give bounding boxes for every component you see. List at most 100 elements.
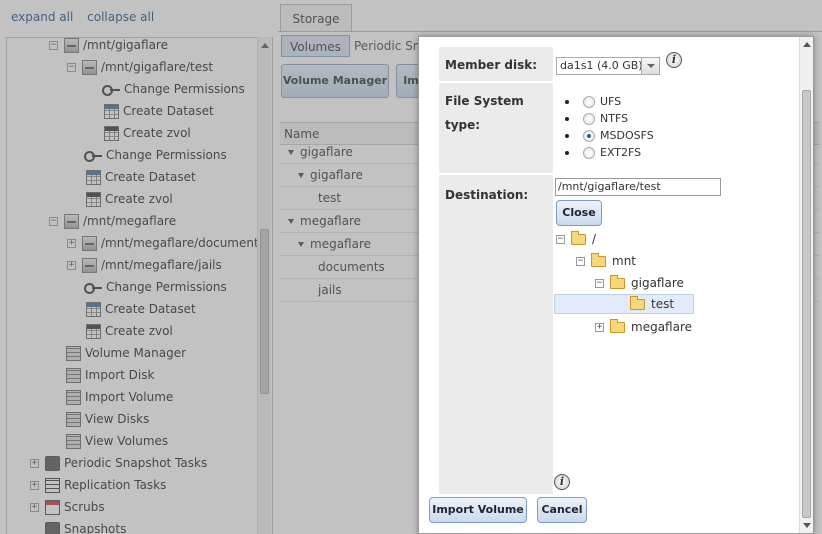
collapse-toggle-icon[interactable]: − xyxy=(49,216,58,226)
folder-label: test xyxy=(651,297,675,311)
snapshot-tasks-icon xyxy=(45,455,60,471)
tree-item-label: Change Permissions xyxy=(106,280,227,294)
collapse-toggle-icon[interactable]: − xyxy=(67,62,76,72)
disk-icon xyxy=(64,38,79,53)
expand-all-link[interactable]: expand all xyxy=(11,10,73,24)
folder-tree-item-mnt[interactable]: − mnt xyxy=(576,251,636,271)
tree-item-create-zvol[interactable]: Create zvol xyxy=(104,123,191,143)
row-label: gigaflare xyxy=(300,145,353,159)
import-volume-button[interactable]: Import Volume xyxy=(429,497,527,523)
folder-tree-item-test-selected[interactable]: test xyxy=(554,294,694,314)
volume-manager-icon xyxy=(66,345,81,361)
import-disk-icon xyxy=(66,367,81,383)
info-icon[interactable]: i xyxy=(666,52,682,68)
radio-ntfs[interactable] xyxy=(583,112,595,125)
folder-tree-item-megaflare[interactable]: + megaflare xyxy=(595,317,692,337)
dialog-scrollbar[interactable] xyxy=(799,37,813,533)
disk-icon xyxy=(64,213,79,229)
fs-option-ufs[interactable]: UFS xyxy=(565,93,621,110)
camera-icon xyxy=(45,521,60,534)
collapse-all-link[interactable]: collapse all xyxy=(87,10,154,24)
scroll-up-icon[interactable] xyxy=(261,43,269,48)
key-icon xyxy=(84,148,102,163)
member-disk-select[interactable]: da1s1 (4.0 GB) xyxy=(556,57,660,75)
tree-item-volume-manager[interactable]: Volume Manager xyxy=(66,343,186,363)
subtab-periodic-snapshots[interactable]: Periodic Sn xyxy=(354,35,420,57)
tree-item-label: Volume Manager xyxy=(85,346,187,360)
tree-item-import-disk[interactable]: Import Disk xyxy=(66,365,154,385)
import-volume-icon xyxy=(66,389,81,405)
tree-item-change-permissions[interactable]: Change Permissions xyxy=(84,145,227,165)
tree-item-create-zvol[interactable]: Create zvol xyxy=(86,321,173,341)
expand-toggle-icon[interactable]: + xyxy=(30,480,39,490)
row-label: jails xyxy=(318,283,342,297)
tree-item-create-dataset[interactable]: Create Dataset xyxy=(86,299,196,319)
tree-item-mnt-gigaflare-test[interactable]: − /mnt/gigaflare/test xyxy=(67,57,213,77)
member-disk-cell: da1s1 (4.0 GB) i xyxy=(553,47,793,81)
scrollbar-thumb[interactable] xyxy=(802,90,811,518)
expand-toggle-icon[interactable]: + xyxy=(30,502,39,512)
tree-item-import-volume[interactable]: Import Volume xyxy=(66,387,173,407)
tree-item-label: Import Volume xyxy=(85,390,174,404)
radio-ufs[interactable] xyxy=(583,95,595,108)
expand-toggle-icon[interactable]: + xyxy=(67,238,76,248)
tree-item-change-permissions[interactable]: Change Permissions xyxy=(102,79,245,99)
column-header-name[interactable]: Name xyxy=(280,127,319,141)
info-icon[interactable]: i xyxy=(554,474,570,490)
tree-item-create-zvol[interactable]: Create zvol xyxy=(86,189,173,209)
tree-item-view-volumes[interactable]: View Volumes xyxy=(66,431,168,451)
folder-tree-item-gigaflare[interactable]: − gigaflare xyxy=(595,273,684,293)
filesystem-type-label-line2: type: xyxy=(445,118,481,132)
tree-item-periodic-snapshot-tasks[interactable]: + Periodic Snapshot Tasks xyxy=(30,453,207,473)
cancel-button[interactable]: Cancel xyxy=(537,497,587,523)
collapse-toggle-icon[interactable]: − xyxy=(576,256,585,266)
tree-item-mnt-megaflare-document[interactable]: + /mnt/megaflare/document xyxy=(67,233,259,253)
collapse-toggle-icon[interactable]: − xyxy=(595,278,604,288)
destination-input[interactable]: /mnt/gigaflare/test xyxy=(555,178,721,196)
volume-manager-button[interactable]: Volume Manager xyxy=(281,64,389,98)
fs-option-msdosfs[interactable]: MSDOSFS xyxy=(565,127,654,144)
tree-item-label: Snapshots xyxy=(64,522,127,534)
subtab-volumes[interactable]: Volumes xyxy=(281,35,350,57)
tree-item-mnt-megaflare-jails[interactable]: + /mnt/megaflare/jails xyxy=(67,255,222,275)
folder-open-icon xyxy=(610,274,625,289)
disk-icon xyxy=(82,257,97,273)
tree-item-view-disks[interactable]: View Disks xyxy=(66,409,149,429)
bullet-icon xyxy=(565,99,569,104)
fs-option-ext2fs[interactable]: EXT2FS xyxy=(565,144,641,161)
expand-arrow-icon[interactable] xyxy=(298,173,304,178)
import-volume-form: Member disk: da1s1 (4.0 GB) i File Syste… xyxy=(439,47,793,494)
tree-scrollbar[interactable] xyxy=(257,37,271,534)
expand-arrow-icon[interactable] xyxy=(298,242,304,247)
close-button[interactable]: Close xyxy=(556,200,602,226)
scroll-down-icon[interactable] xyxy=(803,523,811,528)
radio-msdosfs[interactable] xyxy=(583,129,595,142)
folder-label: / xyxy=(592,232,597,246)
expand-arrow-icon[interactable] xyxy=(288,150,294,155)
tree-item-change-permissions[interactable]: Change Permissions xyxy=(84,277,227,297)
tree-item-mnt-megaflare[interactable]: − /mnt/megaflare xyxy=(49,211,176,231)
expand-toggle-icon[interactable]: + xyxy=(595,322,604,332)
zvol-icon xyxy=(86,191,101,207)
tree-item-mnt-gigaflare[interactable]: − /mnt/gigaflare xyxy=(49,38,168,55)
tab-storage[interactable]: Storage xyxy=(280,4,352,32)
fs-option-ntfs[interactable]: NTFS xyxy=(565,110,628,127)
tree-item-scrubs[interactable]: + Scrubs xyxy=(30,497,105,517)
tree-item-label: Change Permissions xyxy=(106,148,227,162)
radio-ext2fs[interactable] xyxy=(583,146,595,159)
scrollbar-thumb[interactable] xyxy=(260,229,269,394)
scroll-up-icon[interactable] xyxy=(803,42,811,47)
folder-label: gigaflare xyxy=(631,276,684,290)
folder-tree-item-root[interactable]: − / xyxy=(556,229,596,249)
collapse-toggle-icon[interactable]: − xyxy=(49,40,58,50)
tree-item-snapshots[interactable]: Snapshots xyxy=(45,519,126,534)
tree-item-create-dataset[interactable]: Create Dataset xyxy=(86,167,196,187)
expand-toggle-icon[interactable]: + xyxy=(30,458,39,468)
expand-toggle-icon[interactable]: + xyxy=(67,260,76,270)
tree-item-replication-tasks[interactable]: + Replication Tasks xyxy=(30,475,166,495)
tree-item-create-dataset[interactable]: Create Dataset xyxy=(104,101,214,121)
collapse-toggle-icon[interactable]: − xyxy=(556,234,565,244)
bullet-icon xyxy=(565,133,569,138)
chevron-down-icon[interactable] xyxy=(641,58,659,74)
expand-arrow-icon[interactable] xyxy=(288,219,294,224)
